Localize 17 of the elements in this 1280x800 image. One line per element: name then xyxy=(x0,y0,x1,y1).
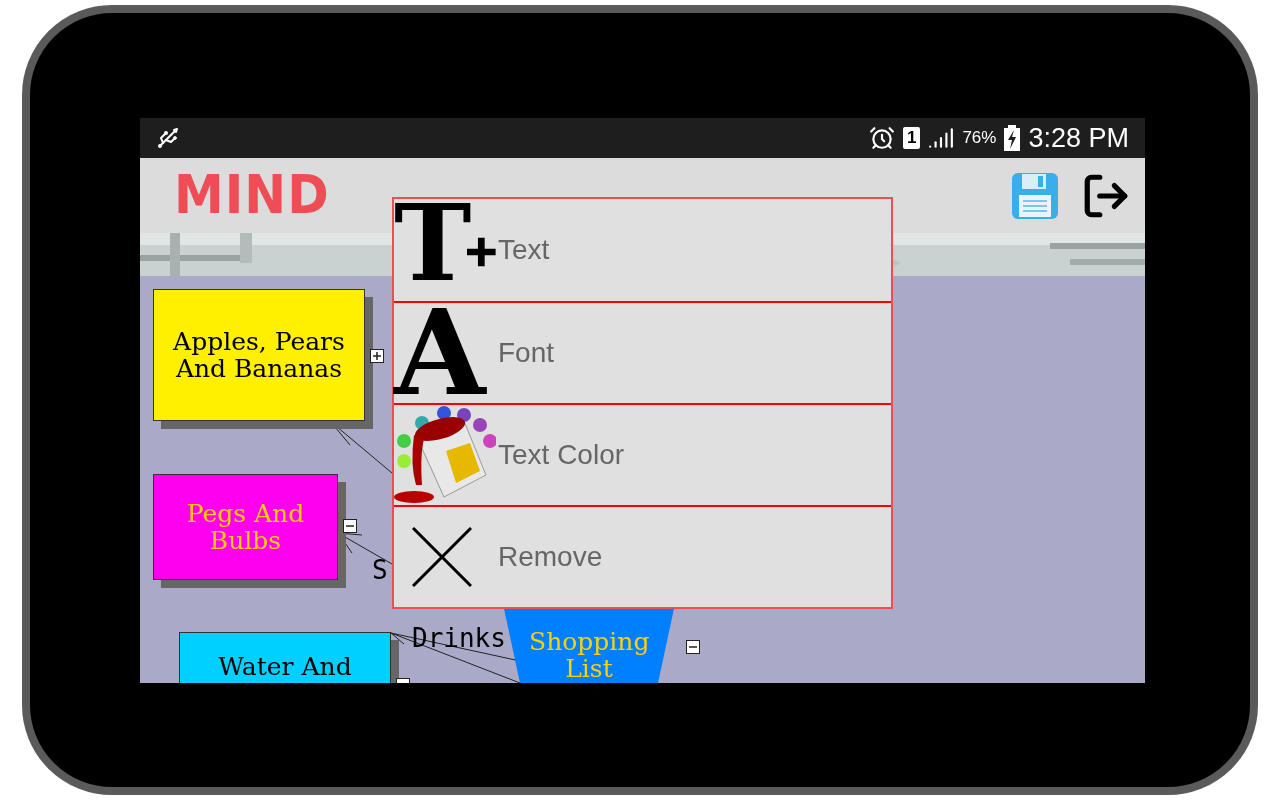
expand-toggle[interactable] xyxy=(370,349,384,363)
collapse-toggle[interactable] xyxy=(686,640,700,654)
menu-item[interactable]: Text Color xyxy=(394,403,891,505)
edge-label: S xyxy=(372,555,388,585)
signal-icon xyxy=(928,125,955,151)
close-icon xyxy=(412,527,472,587)
font-icon: A xyxy=(394,303,486,403)
battery-charging-icon xyxy=(1004,125,1021,151)
clock-time: 3:28 PM xyxy=(1028,121,1129,155)
menu-item[interactable]: Remove xyxy=(394,505,891,607)
collapse-toggle[interactable] xyxy=(343,519,357,533)
sim-slot: 1 xyxy=(902,127,921,149)
usb-icon xyxy=(156,126,180,150)
alarm-icon xyxy=(868,125,895,151)
app-title: MIND xyxy=(174,163,330,228)
edge-label: Drinks xyxy=(412,623,506,653)
battery-percent: 76% xyxy=(962,127,997,150)
